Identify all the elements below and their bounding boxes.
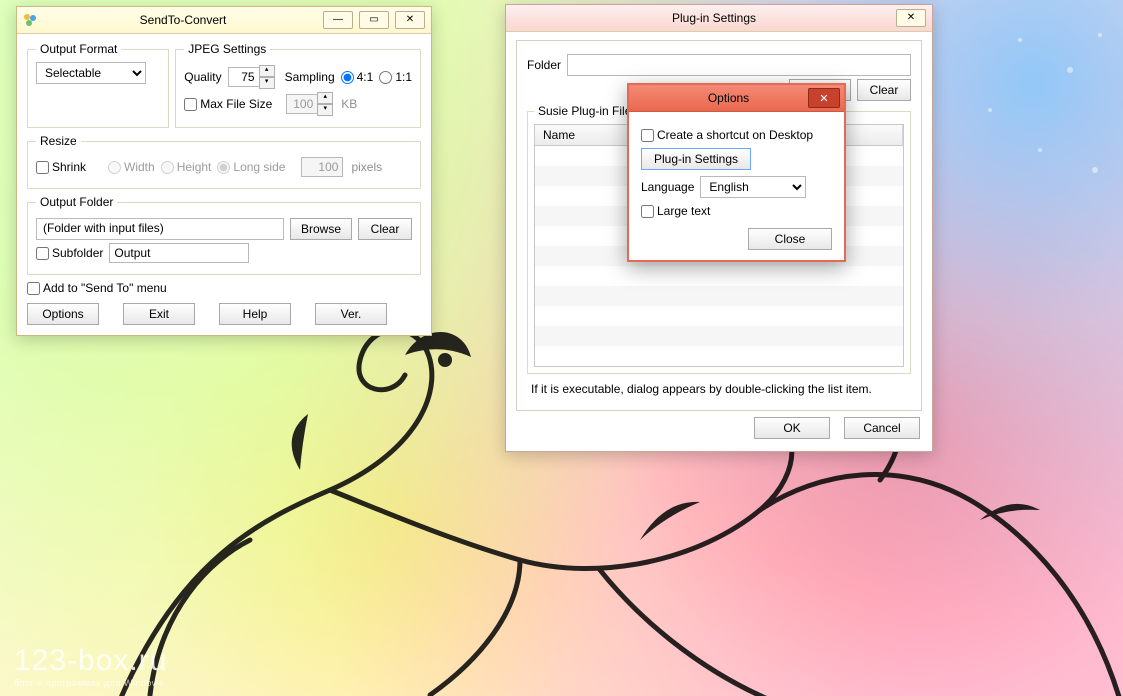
subfolder-input[interactable] <box>109 243 249 263</box>
options-close-button[interactable]: Close <box>748 228 832 250</box>
output-format-group: Output Format Selectable <box>27 42 169 128</box>
shrink-checkbox[interactable]: Shrink <box>36 160 86 174</box>
jpeg-legend: JPEG Settings <box>184 42 270 56</box>
height-radio[interactable]: Height <box>161 160 212 174</box>
ver-button[interactable]: Ver. <box>315 303 387 325</box>
plugin-ok-button[interactable]: OK <box>754 417 830 439</box>
language-select[interactable]: English <box>700 176 806 198</box>
maxfile-input <box>286 94 318 114</box>
exit-button[interactable]: Exit <box>123 303 195 325</box>
jpeg-settings-group: JPEG Settings Quality ▴▾ Sampling 4:1 1:… <box>175 42 421 128</box>
plugin-close-button[interactable]: ✕ <box>896 9 926 27</box>
plugin-clear-button[interactable]: Clear <box>857 79 911 101</box>
minimize-button[interactable]: — <box>323 11 353 29</box>
plugin-cancel-button[interactable]: Cancel <box>844 417 920 439</box>
watermark-main: 123-box.ru <box>14 646 167 676</box>
subfolder-checkbox[interactable]: Subfolder <box>36 246 103 260</box>
add-to-sendto-checkbox[interactable]: Add to "Send To" menu <box>27 281 167 295</box>
options-button[interactable]: Options <box>27 303 99 325</box>
sendto-convert-window: SendTo-Convert — ▭ ✕ Output Format Selec… <box>16 6 432 336</box>
output-browse-button[interactable]: Browse <box>290 218 352 240</box>
watermark-sub: блог о программах для Windows <box>14 678 167 688</box>
quality-label: Quality <box>184 70 221 84</box>
resize-value-input <box>301 157 343 177</box>
sampling-41-radio[interactable]: 4:1 <box>341 70 374 84</box>
large-text-checkbox[interactable]: Large text <box>641 204 710 218</box>
desktop-shortcut-checkbox[interactable]: Create a shortcut on Desktop <box>641 128 813 142</box>
quality-input[interactable] <box>228 67 260 87</box>
watermark: 123-box.ru блог о программах для Windows <box>14 646 167 688</box>
plugin-folder-input[interactable] <box>567 54 911 76</box>
plugin-note: If it is executable, dialog appears by d… <box>531 382 907 396</box>
maxfile-unit: KB <box>341 97 357 111</box>
quality-spin-up[interactable]: ▴ <box>259 65 275 77</box>
resize-legend: Resize <box>36 134 81 148</box>
plugin-list-legend: Susie Plug-in Files <box>534 104 641 118</box>
app-icon <box>17 13 43 27</box>
width-radio[interactable]: Width <box>108 160 155 174</box>
language-label: Language <box>641 180 694 194</box>
output-clear-button[interactable]: Clear <box>358 218 412 240</box>
output-format-legend: Output Format <box>36 42 121 56</box>
maxfile-spin-up[interactable]: ▴ <box>317 92 333 104</box>
close-button[interactable]: ✕ <box>395 11 425 29</box>
options-dialog: Options ✕ Create a shortcut on Desktop P… <box>627 83 846 262</box>
maximize-button[interactable]: ▭ <box>359 11 389 29</box>
plugin-folder-label: Folder <box>527 58 561 72</box>
options-title: Options <box>649 91 808 105</box>
help-button[interactable]: Help <box>219 303 291 325</box>
resize-group: Resize Shrink Width Height Long side pix… <box>27 134 421 189</box>
options-close-x[interactable]: ✕ <box>808 88 840 108</box>
output-folder-path[interactable]: (Folder with input files) <box>36 218 284 240</box>
output-folder-legend: Output Folder <box>36 195 117 209</box>
resize-unit: pixels <box>351 160 382 174</box>
maxfile-checkbox[interactable]: Max File Size <box>184 97 272 111</box>
quality-spin-down[interactable]: ▾ <box>259 77 275 89</box>
output-format-select[interactable]: Selectable <box>36 62 146 84</box>
sampling-label: Sampling <box>285 70 335 84</box>
plugin-title: Plug-in Settings <box>532 11 896 25</box>
plugin-titlebar[interactable]: Plug-in Settings ✕ <box>506 5 932 32</box>
plugin-settings-button[interactable]: Plug-in Settings <box>641 148 751 170</box>
sendto-title: SendTo-Convert <box>43 13 323 27</box>
maxfile-spin-down[interactable]: ▾ <box>317 104 333 116</box>
sampling-11-radio[interactable]: 1:1 <box>379 70 412 84</box>
options-titlebar[interactable]: Options ✕ <box>629 85 844 112</box>
longside-radio[interactable]: Long side <box>217 160 285 174</box>
output-folder-group: Output Folder (Folder with input files) … <box>27 195 421 275</box>
sendto-titlebar[interactable]: SendTo-Convert — ▭ ✕ <box>17 7 431 34</box>
